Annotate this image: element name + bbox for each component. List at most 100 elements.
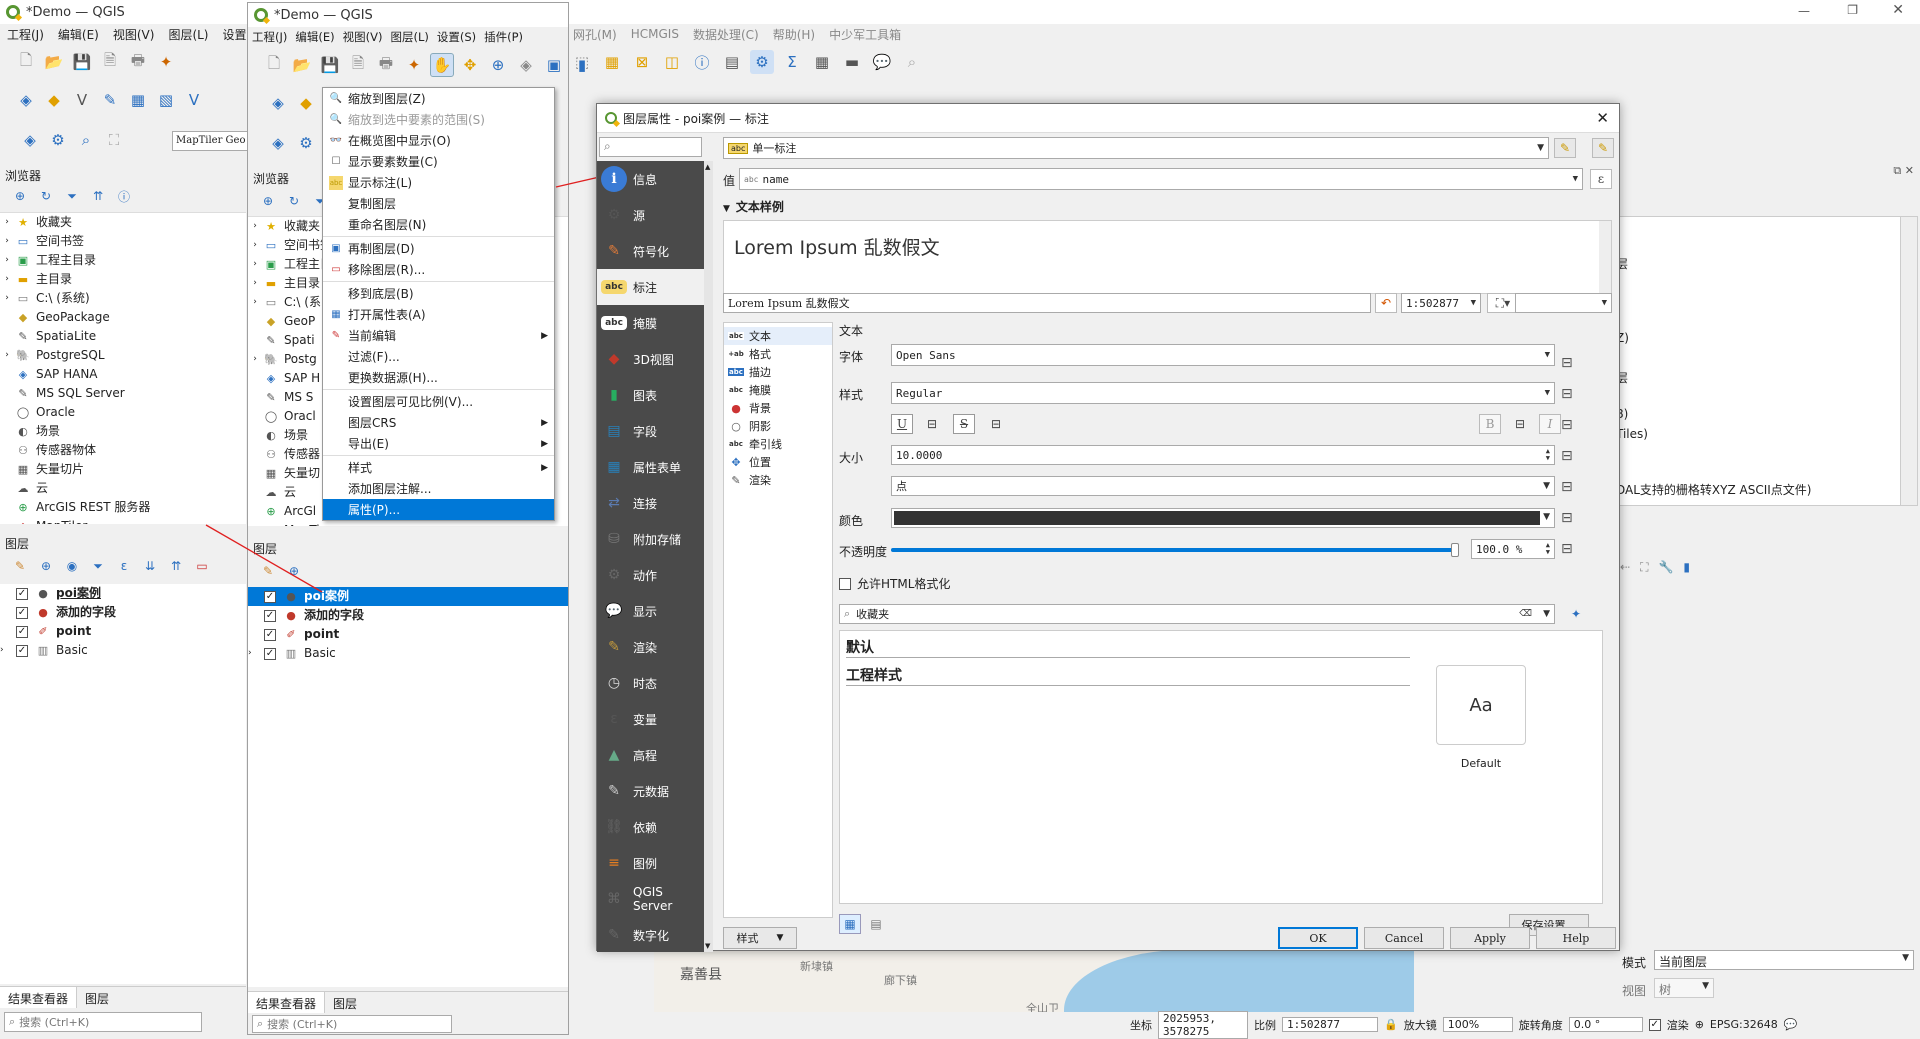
back-menu-item[interactable]: 图层(L)	[161, 26, 215, 43]
expand-arrow-icon[interactable]: ›	[0, 251, 14, 270]
help-button[interactable]: Help	[1536, 927, 1616, 949]
style-manager-icon[interactable]: ✦	[402, 53, 426, 77]
context-menu-item[interactable]: 设置图层可见比例(V)...	[323, 391, 554, 412]
label-mode-select[interactable]: abc 单一标注 ▼	[723, 137, 1549, 159]
front-menu-item[interactable]: 视图(V)	[339, 29, 387, 45]
attribute-table-icon[interactable]: ▤	[720, 50, 744, 74]
data-defined-icon[interactable]: ⊟	[921, 414, 943, 434]
collapse-all-icon[interactable]: ⇈	[164, 554, 188, 578]
open-project-icon[interactable]: 📂	[42, 50, 66, 74]
side-item[interactable]: ✎ 数字化	[597, 917, 704, 952]
layer-row[interactable]: › ✓ ▥ Basic	[248, 644, 568, 663]
front-menu-item[interactable]: 编辑(E)	[291, 29, 338, 45]
save-as-icon[interactable]: 🗎	[98, 50, 122, 74]
strikethrough-icon[interactable]: S	[953, 414, 975, 434]
expand-all-icon[interactable]: ⇊	[138, 554, 162, 578]
side-item[interactable]: abc 掩膜	[597, 305, 704, 341]
refresh-icon[interactable]: ↻	[282, 189, 306, 213]
scale-field[interactable]: 1:502877	[1282, 1017, 1378, 1032]
style-menu-button[interactable]: 样式 ▼	[723, 927, 797, 949]
browser-item[interactable]: ▦ 矢量切片	[0, 460, 246, 479]
measure-icon[interactable]: ▬	[840, 50, 864, 74]
preview-background-select[interactable]: ▼	[1515, 293, 1612, 313]
context-menu-item[interactable]: 更换数据源(H)...	[323, 367, 554, 388]
tab-layers[interactable]: 图层	[77, 987, 117, 1008]
expand-arrow-icon[interactable]: ›	[248, 217, 262, 236]
context-menu-item[interactable]: 复制图层	[323, 193, 554, 214]
browser-item[interactable]: ◆ MapTi	[248, 521, 568, 526]
reset-preview-icon[interactable]: ↶	[1375, 293, 1397, 313]
expand-arrow-icon[interactable]: ›	[248, 293, 262, 312]
side-item[interactable]: ε 变量	[597, 701, 704, 737]
bookmark-icon[interactable]: ▮	[570, 53, 594, 77]
back-search-box[interactable]: ⌕ 搜索 (Ctrl+K)	[4, 1012, 202, 1032]
back-menu-item[interactable]: 帮助(H)	[766, 26, 822, 43]
context-menu-item[interactable]: 导出(E) ▶	[323, 433, 554, 454]
coord-field[interactable]: 2025953, 3578275	[1158, 1010, 1248, 1039]
add-layer-icon[interactable]: ◈	[266, 91, 290, 115]
data-defined-icon[interactable]: ⊟	[1561, 503, 1573, 534]
side-item[interactable]: ⌘ QGIS Server	[597, 881, 704, 917]
side-item[interactable]: ◆ 3D视图	[597, 341, 704, 377]
toolbox-icon[interactable]: ⚙	[750, 50, 774, 74]
pan-to-selection-icon[interactable]: ✥	[458, 53, 482, 77]
tab-results[interactable]: 结果查看器	[0, 987, 78, 1008]
side-item[interactable]: ▤ 字段	[597, 413, 704, 449]
filter-layers-icon[interactable]: ⏷	[86, 554, 110, 578]
rotation-field[interactable]: 0.0 °	[1568, 1017, 1643, 1032]
pan-icon[interactable]: ✋	[430, 53, 454, 77]
library-group[interactable]: 工程样式	[846, 665, 1410, 686]
label-tab-item[interactable]: abc 文本	[724, 327, 832, 345]
layers-icon[interactable]: ◈	[266, 131, 290, 155]
preview-scale-select[interactable]: 1:502877 ▼	[1401, 293, 1481, 313]
apply-button[interactable]: Apply	[1450, 927, 1530, 949]
side-item[interactable]: ⛁ 附加存储	[597, 521, 704, 557]
tips-icon[interactable]: 💬	[870, 50, 894, 74]
context-menu-item[interactable]: 属性(P)...	[323, 499, 554, 520]
zoom-native-icon[interactable]: ▣	[542, 53, 566, 77]
side-scrollbar[interactable]: ▼ ▲	[704, 161, 713, 952]
eye-icon[interactable]: ◉	[60, 554, 84, 578]
zoom-layer-icon[interactable]: ◈	[514, 53, 538, 77]
right-scrollbar[interactable]	[1900, 216, 1918, 506]
layer-row[interactable]: ✓ ● poi案例	[0, 584, 246, 603]
browser-item[interactable]: ◈ SAP HANA	[0, 365, 246, 384]
save-project-icon[interactable]: 💾	[70, 50, 94, 74]
front-menu-item[interactable]: 图层(L)	[386, 29, 432, 45]
data-defined-icon[interactable]: ⊟	[1561, 534, 1573, 565]
side-item[interactable]: 💬 显示	[597, 593, 704, 629]
side-item[interactable]: abc 标注	[597, 269, 704, 305]
search-icon[interactable]: ⌕	[74, 128, 98, 152]
back-menu-item[interactable]: 数据处理(C)	[686, 26, 766, 43]
size-spinbox[interactable]: 10.0000 ▲ ▼	[891, 445, 1555, 465]
style-manager-icon[interactable]: ✦	[1565, 604, 1587, 624]
browser-item[interactable]: ⚇ 传感器物体	[0, 441, 246, 460]
crs-label[interactable]: EPSG:32648	[1710, 1018, 1778, 1031]
style-select[interactable]: Regular ▼	[891, 382, 1555, 404]
browser-item[interactable]: ◆ MapTiler	[0, 517, 246, 524]
browser-item[interactable]: › ▭ C:\ (系统)	[0, 289, 246, 308]
expand-arrow-icon[interactable]: ›	[248, 274, 262, 293]
style-manager-icon[interactable]: ✦	[154, 50, 178, 74]
layer-row[interactable]: ✓ ● 添加的字段	[248, 606, 568, 625]
mode-select[interactable]: 当前图层 ▼	[1654, 950, 1914, 970]
context-menu-item[interactable]: 样式 ▶	[323, 457, 554, 478]
front-menu-item[interactable]: 设置(S)	[433, 29, 480, 45]
add-layer-icon[interactable]: ◈	[14, 88, 38, 112]
data-defined-icon[interactable]: ⊟	[1509, 414, 1531, 434]
back-menu-item[interactable]: 网孔(M)	[566, 26, 624, 43]
expand-arrow-icon[interactable]: ›	[248, 350, 262, 369]
side-item[interactable]: ◷ 时态	[597, 665, 704, 701]
expand-arrow-icon[interactable]: ›	[0, 232, 14, 251]
context-menu-item[interactable]: ▭ 移除图层(R)...	[323, 259, 554, 280]
toolbar-doc-icon[interactable]: ▮	[1683, 560, 1690, 582]
browser-item[interactable]: › ▭ 空间书签	[0, 232, 246, 251]
lock-icon[interactable]: 🔒	[1384, 1018, 1398, 1031]
preview-scrollbar[interactable]	[1599, 221, 1611, 293]
default-style-swatch[interactable]: Aa	[1436, 665, 1526, 745]
data-defined-icon[interactable]: ⊟	[1561, 379, 1573, 410]
context-menu-item[interactable]: ☐ 显示要素数量(C)	[323, 151, 554, 172]
save-project-icon[interactable]: 💾	[318, 53, 342, 77]
expand-arrow-icon[interactable]: ›	[0, 213, 14, 232]
back-menu-item[interactable]: 中少军工具箱	[822, 26, 908, 43]
